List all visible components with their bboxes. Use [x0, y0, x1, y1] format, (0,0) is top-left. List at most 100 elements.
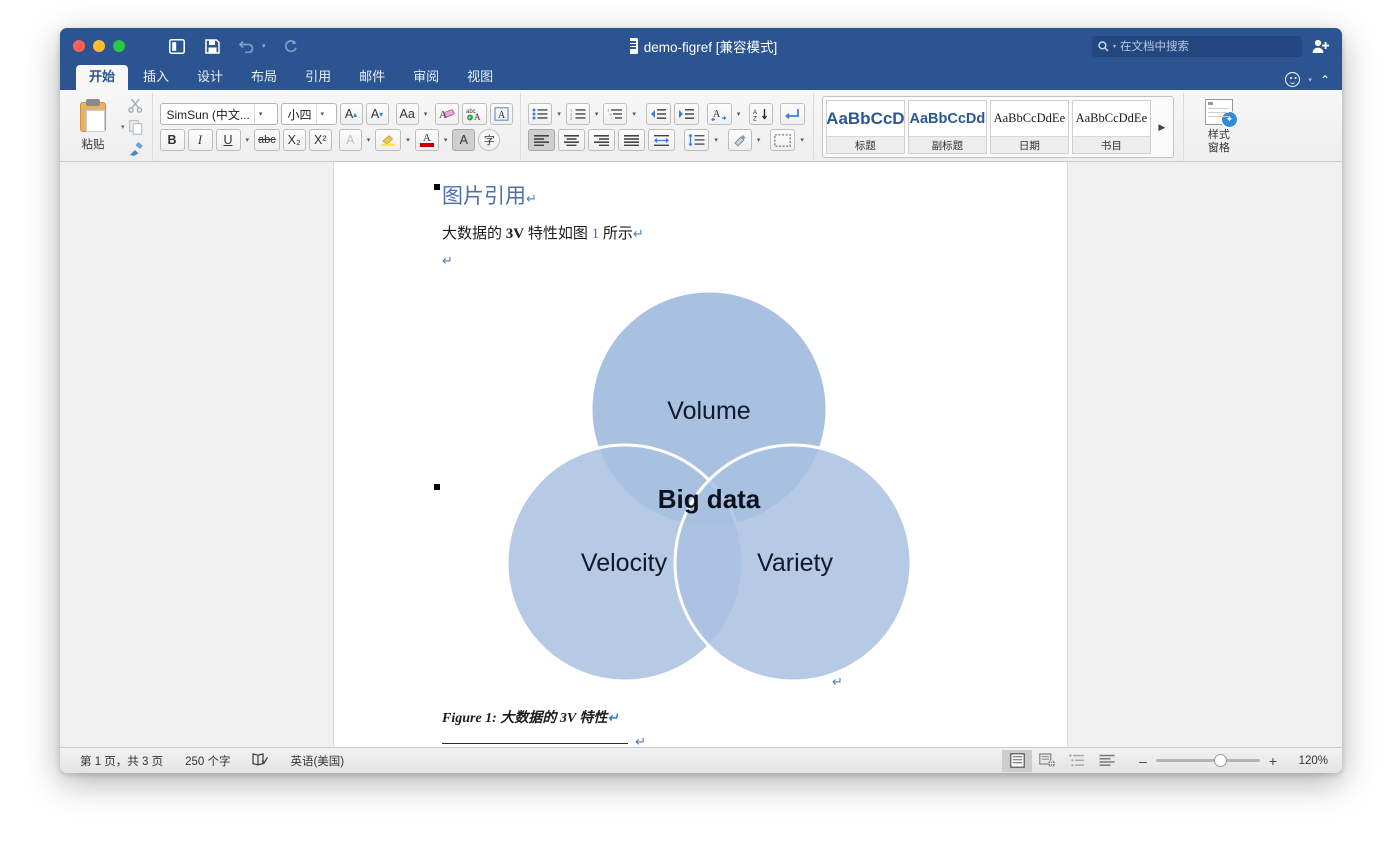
asian-layout-button[interactable]: A: [707, 103, 732, 125]
chevron-down-icon[interactable]: ▾: [321, 110, 329, 118]
borders-caret[interactable]: ▾: [798, 136, 806, 144]
paintbrush-icon[interactable]: [127, 141, 145, 158]
align-left-button[interactable]: [528, 129, 555, 151]
tab-mailings[interactable]: 邮件: [346, 65, 398, 90]
numbering-button[interactable]: 123: [566, 103, 590, 125]
text-box-button[interactable]: A: [490, 103, 513, 125]
paste-button[interactable]: 粘贴: [67, 102, 119, 152]
tab-insert[interactable]: 插入: [130, 65, 182, 90]
shading-button[interactable]: [728, 129, 752, 151]
redo-icon[interactable]: [281, 36, 301, 56]
tab-layout[interactable]: 布局: [238, 65, 290, 90]
save-icon[interactable]: [202, 36, 222, 56]
justify-button[interactable]: [618, 129, 645, 151]
bold-button[interactable]: B: [160, 129, 185, 151]
proofing-check-icon[interactable]: [252, 753, 268, 769]
document-page[interactable]: 图片引用↵ 大数据的 3V 特性如图 1 所示↵ ↵ Volume Vel: [333, 162, 1068, 747]
sort-button[interactable]: AZ: [749, 103, 773, 125]
shrink-font-button[interactable]: A▾: [366, 103, 389, 125]
shading-caret[interactable]: ▾: [755, 136, 763, 144]
tab-design[interactable]: 设计: [184, 65, 236, 90]
document-canvas[interactable]: 图片引用↵ 大数据的 3V 特性如图 1 所示↵ ↵ Volume Vel: [60, 162, 1342, 747]
chevron-right-icon[interactable]: ▶: [1154, 100, 1170, 154]
superscript-button[interactable]: X²: [309, 129, 332, 151]
word-count[interactable]: 250 个字: [185, 753, 230, 769]
increase-indent-button[interactable]: [674, 103, 699, 125]
multilevel-caret[interactable]: ▾: [630, 110, 638, 118]
page-indicator[interactable]: 第 1 页，共 3 页: [80, 753, 163, 769]
line-spacing-button[interactable]: [684, 129, 709, 151]
character-border-button[interactable]: 字: [478, 129, 500, 151]
styles-pane-button[interactable]: ✦ 样式 窗格: [1191, 99, 1247, 154]
bullets-button[interactable]: [528, 103, 552, 125]
draft-view-button[interactable]: [1092, 750, 1122, 772]
multilevel-list-button[interactable]: 1ai: [603, 103, 627, 125]
style-item-subtitle[interactable]: AaBbCcDd 副标题: [908, 100, 987, 154]
tab-home[interactable]: 开始: [76, 65, 128, 90]
text-effects-caret[interactable]: ▾: [365, 136, 373, 144]
zoom-slider-thumb[interactable]: [1214, 754, 1227, 767]
font-name-combo[interactable]: SimSun (中文... ▾: [160, 103, 278, 125]
spelling-button[interactable]: abc+A: [462, 103, 487, 125]
subscript-label: X₂: [288, 133, 301, 147]
search-input[interactable]: ▾ 在文档中搜索: [1092, 36, 1302, 57]
style-item-title[interactable]: AaBbCcD 标题: [826, 100, 905, 154]
align-right-button[interactable]: [588, 129, 615, 151]
scissors-icon[interactable]: [127, 97, 145, 114]
strikethrough-button[interactable]: abc: [254, 129, 280, 151]
show-formatting-marks-button[interactable]: [780, 103, 805, 125]
figure-venn-diagram[interactable]: Volume Velocity Variety Big data: [442, 281, 975, 691]
person-add-icon[interactable]: [1312, 39, 1330, 54]
web-layout-view-button[interactable]: [1032, 750, 1062, 772]
tab-view[interactable]: 视图: [454, 65, 506, 90]
zoom-slider[interactable]: [1156, 759, 1260, 762]
undo-icon[interactable]: [237, 36, 257, 56]
align-center-button[interactable]: [558, 129, 585, 151]
feedback-dropdown-caret[interactable]: ▾: [1308, 76, 1312, 84]
style-item-bibliography[interactable]: AaBbCcDdEe 书目: [1072, 100, 1151, 154]
font-color-button[interactable]: A: [415, 129, 439, 151]
language-indicator[interactable]: 英语(美国): [290, 753, 344, 769]
bullets-caret[interactable]: ▾: [555, 110, 563, 118]
change-case-button[interactable]: Aa: [396, 103, 419, 125]
tab-review[interactable]: 审阅: [400, 65, 452, 90]
highlight-caret[interactable]: ▾: [404, 136, 412, 144]
subscript-button[interactable]: X₂: [283, 129, 306, 151]
italic-button[interactable]: I: [188, 129, 213, 151]
style-item-date[interactable]: AaBbCcDdEe 日期: [990, 100, 1069, 154]
search-dropdown-caret[interactable]: ▾: [1113, 43, 1116, 50]
text-effects-button[interactable]: A: [339, 129, 362, 151]
borders-button[interactable]: [770, 129, 795, 151]
clear-formatting-button[interactable]: A: [435, 103, 459, 125]
zoom-out-button[interactable]: –: [1138, 753, 1148, 769]
line-spacing-caret[interactable]: ▾: [712, 136, 720, 144]
zoom-in-button[interactable]: +: [1268, 753, 1278, 769]
panel-icon[interactable]: [167, 36, 187, 56]
font-color-caret[interactable]: ▾: [442, 136, 450, 144]
tab-references[interactable]: 引用: [292, 65, 344, 90]
underline-button[interactable]: U: [216, 129, 241, 151]
minimize-button[interactable]: [93, 40, 105, 52]
copy-icon[interactable]: [127, 119, 145, 136]
figure-cross-reference[interactable]: 1: [592, 226, 600, 242]
close-button[interactable]: [73, 40, 85, 52]
feedback-smiley-icon[interactable]: [1285, 72, 1300, 87]
asian-layout-caret[interactable]: ▾: [735, 110, 743, 118]
maximize-button[interactable]: [113, 40, 125, 52]
font-size-combo[interactable]: 小四 ▾: [281, 103, 337, 125]
underline-caret[interactable]: ▾: [244, 136, 252, 144]
numbering-caret[interactable]: ▾: [593, 110, 601, 118]
grow-font-button[interactable]: A▴: [340, 103, 363, 125]
decrease-indent-button[interactable]: [646, 103, 671, 125]
undo-dropdown-caret[interactable]: ▾: [262, 42, 266, 50]
paste-dropdown-caret[interactable]: ▾: [121, 123, 125, 131]
print-layout-view-button[interactable]: [1002, 750, 1032, 772]
zoom-level-label[interactable]: 120%: [1286, 755, 1328, 767]
highlight-button[interactable]: [375, 129, 401, 151]
distribute-button[interactable]: [648, 129, 675, 151]
chevron-down-icon[interactable]: ▾: [259, 110, 267, 118]
collapse-ribbon-icon[interactable]: ⌃: [1320, 73, 1330, 87]
outline-view-button[interactable]: [1062, 750, 1092, 772]
character-shading-button[interactable]: A: [452, 129, 475, 151]
change-case-caret[interactable]: ▾: [422, 110, 430, 118]
